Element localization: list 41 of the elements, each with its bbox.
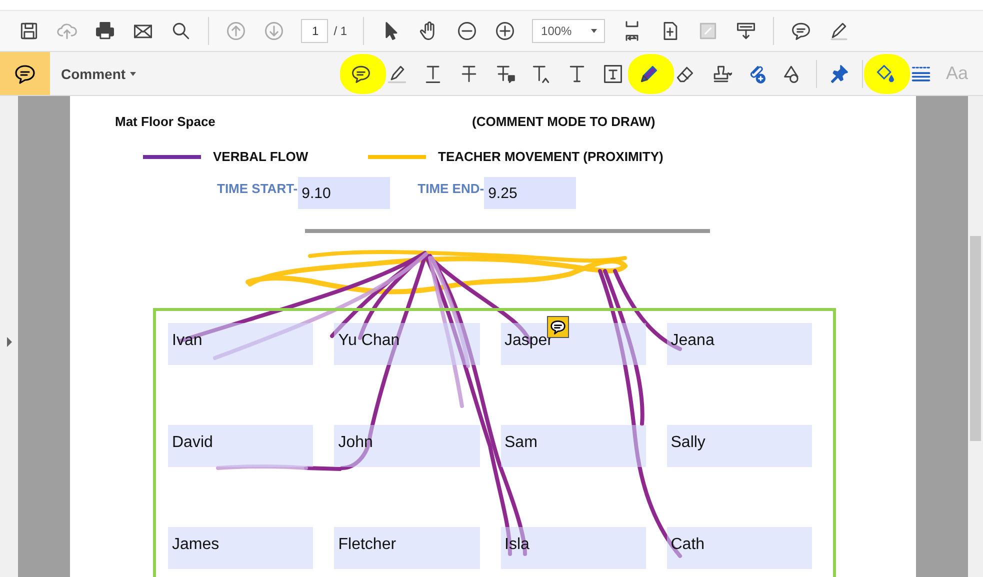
student-name-field[interactable]: Cath [666,527,812,569]
scrollbar-thumb[interactable] [970,236,981,441]
legend-label: VERBAL FLOW [213,149,308,164]
comment-mode-button[interactable] [0,52,50,95]
caret-icon [590,27,598,35]
student-name-field[interactable]: James [168,527,314,569]
read-mode-icon[interactable] [734,20,757,42]
page-count: / 1 [334,24,348,38]
zoom-out-icon[interactable] [456,20,478,42]
scrollbar[interactable] [968,96,983,577]
student-name-field[interactable]: Isla [500,527,646,569]
student-name-field[interactable]: Sally [666,425,812,467]
student-name-field[interactable]: John [334,425,480,467]
page-number-field[interactable]: 1 [301,19,328,43]
time-field[interactable]: 9.10 [298,177,390,209]
legend-label: TEACHER MOVEMENT (PROXIMITY) [438,149,664,164]
caret-icon [128,70,137,78]
time-field[interactable]: 9.25 [484,177,576,209]
save-icon[interactable] [18,20,40,42]
time-label: TIME END- [418,181,484,196]
student-name-field[interactable]: Ivan [168,323,314,365]
search-icon[interactable] [170,20,192,42]
student-name-field[interactable]: Jasper [500,323,646,365]
student-name-field[interactable]: Jeana [666,323,812,365]
pushpin-icon[interactable] [828,62,850,84]
document-title: Mat Floor Space [115,114,216,129]
instruction-text: (COMMENT MODE TO DRAW) [472,114,656,129]
expand-arrow-icon[interactable] [6,336,12,346]
pen-icon[interactable] [828,20,850,42]
zoom-dropdown[interactable]: 100% [532,19,605,43]
zoom-in-icon[interactable] [494,20,516,42]
speech-bubble-icon[interactable] [790,20,812,42]
paint-bucket-icon[interactable] [874,62,896,84]
time-label: TIME START- [217,181,298,196]
comment-menu[interactable]: Comment [61,66,137,82]
student-name-field[interactable]: David [168,425,314,467]
print-icon[interactable] [94,20,116,42]
student-name-field[interactable]: Sam [500,425,646,467]
student-name-field[interactable]: Fletcher [334,527,480,569]
text-box-icon[interactable] [602,62,624,84]
student-name-field[interactable]: Yu Chan [334,323,480,365]
